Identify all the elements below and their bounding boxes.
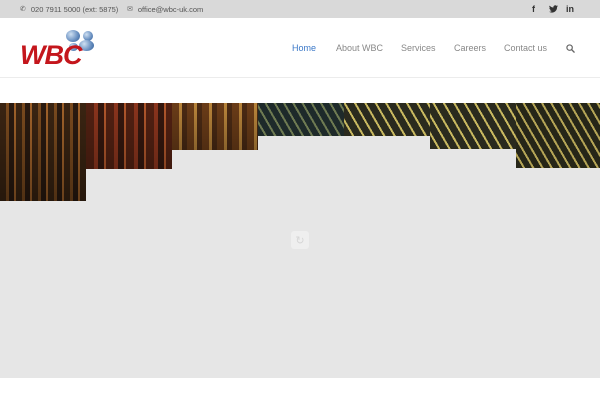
hero-image-tile <box>172 103 258 150</box>
hero-image-tile <box>430 103 516 149</box>
facebook-icon[interactable]: f <box>532 0 535 18</box>
phone-icon: ✆ <box>20 6 26 13</box>
twitter-icon[interactable] <box>549 0 558 18</box>
nav-about[interactable]: About WBC <box>336 18 383 78</box>
email-address: office@wbc-uk.com <box>137 4 204 14</box>
phone-number: 020 7911 5000 (ext: 5875) <box>30 4 119 14</box>
hero-image-tile <box>86 103 172 169</box>
site-header: WBC Home About WBC Services Careers Cont… <box>0 18 600 78</box>
nav-services[interactable]: Services <box>401 18 436 78</box>
hero-image-tile <box>258 103 344 136</box>
loading-spinner-icon: ↻ <box>291 231 309 249</box>
nav-home[interactable]: Home <box>292 18 316 78</box>
logo-text: WBC <box>20 40 82 70</box>
linkedin-icon[interactable]: in <box>566 0 574 18</box>
search-icon[interactable] <box>566 18 575 78</box>
nav-contact[interactable]: Contact us <box>504 18 547 78</box>
phone-contact[interactable]: ✆ 020 7911 5000 (ext: 5875) <box>20 0 118 18</box>
wbc-logo[interactable]: WBC <box>20 28 100 78</box>
envelope-icon: ✉ <box>127 6 133 13</box>
email-contact[interactable]: ✉ office@wbc-uk.com <box>127 0 203 18</box>
hero-image-tile <box>344 103 430 136</box>
top-bar: ✆ 020 7911 5000 (ext: 5875) ✉ office@wbc… <box>0 0 600 18</box>
hero-slider: ↻ <box>0 103 600 378</box>
nav-careers[interactable]: Careers <box>454 18 486 78</box>
hero-image-tile <box>0 103 86 201</box>
hero-image-tile <box>516 103 600 168</box>
